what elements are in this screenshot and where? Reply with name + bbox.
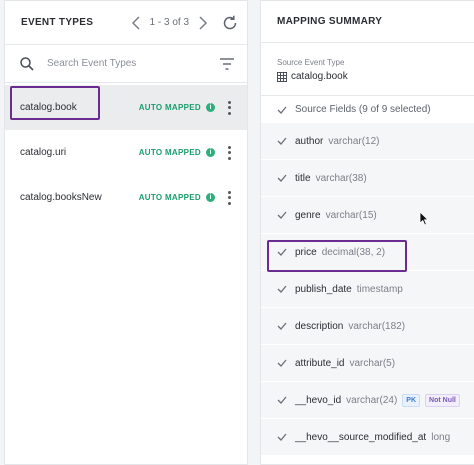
field-name: __hevo_id	[295, 394, 342, 406]
mouse-cursor-icon	[419, 211, 429, 226]
info-icon[interactable]: i	[206, 193, 215, 202]
field-type: varchar(24)	[346, 394, 398, 406]
auto-mapped-badge: AUTO MAPPED	[138, 103, 201, 112]
pager-text: 1 - 3 of 3	[149, 17, 189, 28]
field-name: author	[295, 135, 324, 147]
search-row	[5, 45, 247, 83]
field-type: varchar(15)	[325, 209, 377, 221]
auto-mapped-badge: AUTO MAPPED	[138, 193, 201, 202]
table-icon	[277, 71, 287, 82]
source-fields-label: Source Fields (9 of 9 selected)	[295, 104, 431, 115]
field-row-description[interactable]: description varchar(182)	[261, 308, 474, 345]
event-types-panel: EVENT TYPES 1 - 3 of 3 catalog.book	[4, 0, 248, 465]
chevron-right-icon[interactable]	[197, 15, 209, 31]
search-input[interactable]	[45, 57, 205, 70]
field-name: genre	[295, 209, 321, 221]
not-null-tag: Not Null	[425, 393, 460, 407]
event-types-header: EVENT TYPES 1 - 3 of 3	[5, 1, 247, 45]
check-icon[interactable]	[277, 321, 287, 331]
field-name: __hevo__source_modified_at	[295, 431, 427, 443]
field-row-genre[interactable]: genre varchar(15)	[261, 197, 474, 234]
event-name: catalog.uri	[20, 147, 67, 158]
mapping-summary-title: MAPPING SUMMARY	[277, 16, 383, 27]
check-icon	[277, 106, 287, 114]
auto-mapped-badge: AUTO MAPPED	[138, 148, 201, 157]
source-event-type-value: catalog.book	[291, 71, 348, 82]
check-icon[interactable]	[277, 358, 287, 368]
field-row-price[interactable]: price decimal(38, 2)	[261, 234, 474, 271]
field-list: author varchar(12) title varchar(38) genre va…	[261, 123, 474, 456]
field-row-publish-date[interactable]: publish_date timestamp	[261, 271, 474, 308]
mapping-summary-panel: MAPPING SUMMARY Source Event Type catalo…	[260, 0, 474, 465]
source-event-type-label: Source Event Type	[277, 58, 345, 67]
field-type: varchar(182)	[348, 320, 406, 332]
filter-icon[interactable]	[219, 57, 235, 71]
field-row-hevo-id[interactable]: __hevo_id varchar(24) PK Not Null	[261, 382, 474, 419]
search-icon	[20, 56, 34, 71]
check-icon[interactable]	[277, 432, 287, 442]
info-icon[interactable]: i	[206, 103, 215, 112]
chevron-left-icon[interactable]	[130, 15, 142, 31]
field-row-hevo--source-modified-at[interactable]: __hevo__source_modified_at long	[261, 419, 474, 456]
source-event-type: Source Event Type catalog.book	[261, 43, 474, 96]
check-icon[interactable]	[277, 247, 287, 257]
more-options-icon[interactable]	[227, 190, 231, 205]
event-types-title: EVENT TYPES	[21, 17, 94, 28]
field-type: long	[431, 431, 451, 443]
field-name: title	[295, 172, 311, 184]
check-icon[interactable]	[277, 395, 287, 405]
field-row-attribute-id[interactable]: attribute_id varchar(5)	[261, 345, 474, 382]
pager: 1 - 3 of 3	[130, 15, 209, 31]
check-icon[interactable]	[277, 210, 287, 220]
event-name: catalog.book	[20, 102, 77, 113]
field-name: attribute_id	[295, 357, 345, 369]
field-type: timestamp	[356, 283, 403, 295]
refresh-icon[interactable]	[221, 14, 239, 32]
source-fields-header[interactable]: Source Fields (9 of 9 selected)	[261, 96, 474, 123]
event-name: catalog.booksNew	[20, 192, 102, 203]
event-item-catalog-booksnew[interactable]: catalog.booksNew AUTO MAPPED i	[5, 175, 247, 220]
check-icon[interactable]	[277, 284, 287, 294]
more-options-icon[interactable]	[227, 100, 231, 115]
field-name: price	[295, 246, 317, 258]
field-type: varchar(38)	[315, 172, 367, 184]
primary-key-tag: PK	[402, 393, 421, 407]
more-options-icon[interactable]	[227, 145, 231, 160]
field-type: decimal(38, 2)	[321, 246, 386, 258]
field-type: varchar(5)	[349, 357, 396, 369]
field-row-title[interactable]: title varchar(38)	[261, 160, 474, 197]
field-row-author[interactable]: author varchar(12)	[261, 123, 474, 160]
field-name: description	[295, 320, 344, 332]
mapping-summary-header: MAPPING SUMMARY	[261, 1, 474, 43]
info-icon[interactable]: i	[206, 148, 215, 157]
check-icon[interactable]	[277, 173, 287, 183]
event-item-catalog-uri[interactable]: catalog.uri AUTO MAPPED i	[5, 130, 247, 175]
field-type: varchar(12)	[328, 135, 380, 147]
check-icon[interactable]	[277, 136, 287, 146]
event-item-catalog-book[interactable]: catalog.book AUTO MAPPED i	[5, 85, 247, 130]
field-name: publish_date	[295, 283, 352, 295]
